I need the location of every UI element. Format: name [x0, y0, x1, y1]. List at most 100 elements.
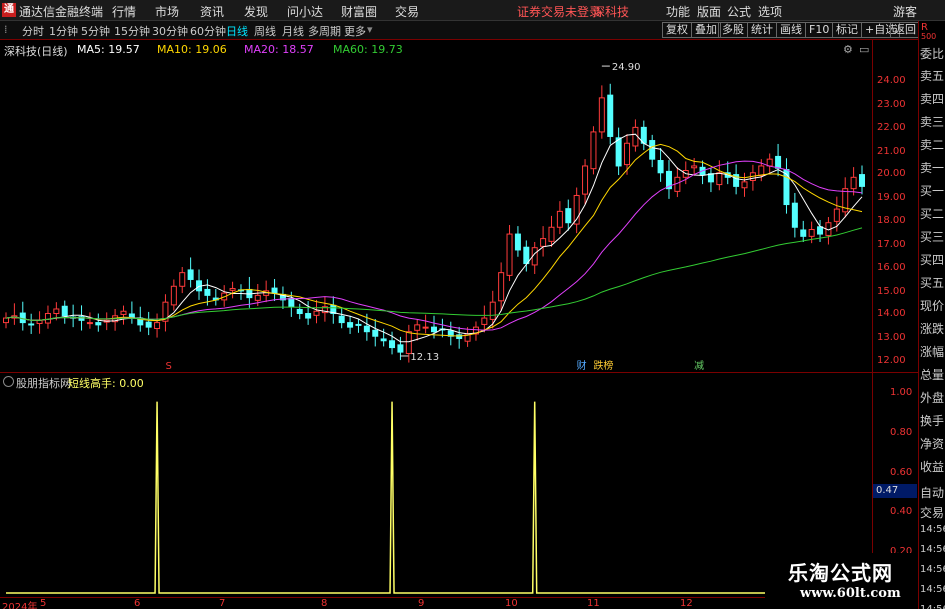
event-marker[interactable]: S: [165, 361, 171, 372]
candle-body: [657, 160, 664, 174]
sidebar-item[interactable]: 净资: [920, 435, 944, 452]
pane-divider[interactable]: [0, 372, 918, 373]
candle-body: [817, 226, 824, 235]
candle-body: [170, 285, 177, 306]
price-tick: 19.00: [877, 192, 906, 203]
price-tick: 22.00: [877, 122, 906, 133]
candle-body: [808, 229, 815, 237]
ma-line-ma60: [5, 227, 863, 321]
sidebar-item[interactable]: 现价: [920, 297, 944, 314]
sidebar-item[interactable]: 卖三: [920, 113, 944, 130]
sidebar-item[interactable]: 14:56: [920, 604, 945, 609]
price-tick: 20.00: [877, 168, 906, 179]
candle-body: [707, 173, 714, 183]
event-marker[interactable]: 财: [577, 359, 587, 372]
candle-body: [582, 165, 589, 195]
candle-body: [254, 294, 261, 301]
ma-line-ma5: [5, 133, 863, 343]
candle-body: [338, 315, 345, 324]
indicator-source[interactable]: 股朋指标网: [16, 375, 71, 391]
sidebar-item[interactable]: 买二: [920, 205, 944, 222]
sidebar-item[interactable]: 换手: [920, 412, 944, 429]
candle-body: [615, 137, 622, 167]
candle-body: [145, 321, 152, 328]
candle-body: [859, 174, 865, 187]
candle-body: [498, 272, 505, 302]
candle-body: [590, 131, 597, 170]
low-annotation: 12.13: [410, 352, 439, 363]
date-tick: 6: [134, 598, 141, 609]
sidebar-item[interactable]: 外盘: [920, 389, 944, 406]
candle-body: [791, 202, 798, 228]
candle-body: [28, 323, 35, 326]
candle-body: [3, 317, 9, 324]
candle-body: [758, 165, 765, 176]
sidebar-item[interactable]: 买四: [920, 251, 944, 268]
sidebar-item[interactable]: 14:56: [920, 564, 945, 575]
candle-body: [120, 310, 127, 315]
candle-body: [179, 272, 186, 287]
price-tick: 23.00: [877, 99, 906, 110]
candle-body: [78, 316, 85, 321]
ind-tick: 0.40: [890, 506, 913, 517]
sidebar-item[interactable]: 收益: [920, 458, 944, 475]
current-value-badge: 0.47: [873, 484, 917, 498]
watermark-title: 乐淘公式网: [788, 561, 893, 585]
candle-body: [414, 324, 421, 331]
candle-body: [422, 326, 429, 329]
sidebar-item[interactable]: 总量: [920, 366, 944, 383]
candle-body: [405, 331, 412, 354]
sidebar-item[interactable]: 买五: [920, 274, 944, 291]
candle-body: [363, 325, 370, 333]
indicator-toggle-icon[interactable]: [3, 376, 14, 387]
sidebar-item[interactable]: 自动: [920, 484, 944, 501]
candle-body: [607, 94, 614, 137]
candle-body: [355, 323, 362, 326]
candle-body: [86, 322, 93, 325]
sidebar-item[interactable]: 卖一: [920, 159, 944, 176]
date-tick: 12: [680, 598, 693, 609]
date-tick: 8: [321, 598, 328, 609]
price-tick: 13.00: [877, 332, 906, 343]
candle-body: [397, 344, 404, 353]
candle-body: [565, 208, 572, 224]
price-tick: 18.00: [877, 215, 906, 226]
price-tick: 14.00: [877, 308, 906, 319]
candle-body: [204, 288, 211, 296]
candle-body: [489, 301, 496, 320]
event-marker[interactable]: 跌榜: [593, 359, 613, 372]
indicator-line: [6, 401, 862, 594]
candle-body: [775, 155, 782, 169]
candle-body: [61, 305, 68, 317]
date-tick: 11: [587, 598, 600, 609]
candle-body: [624, 142, 631, 166]
sidebar-500-label: 500: [921, 32, 937, 41]
date-tick: 2024年: [2, 602, 38, 609]
price-tick: 17.00: [877, 239, 906, 250]
candle-body: [296, 308, 303, 315]
event-marker[interactable]: 减: [694, 360, 704, 372]
sidebar-item[interactable]: 涨幅: [920, 343, 944, 360]
sidebar-item[interactable]: 卖五: [920, 67, 944, 84]
candle-body: [556, 210, 563, 228]
ind-tick: 0.80: [890, 427, 913, 438]
sidebar-item[interactable]: 卖四: [920, 90, 944, 107]
candle-body: [850, 176, 857, 190]
sidebar-item[interactable]: 涨跌: [920, 320, 944, 337]
candle-body: [540, 238, 547, 247]
price-tick: 12.00: [877, 355, 906, 366]
sidebar-item[interactable]: 14:56: [920, 584, 945, 595]
sidebar-item[interactable]: 委比: [920, 45, 944, 62]
sidebar-item[interactable]: 交易: [920, 504, 944, 521]
kline-and-indicator-charts[interactable]: 24.90 12.13 S 财跌榜 减: [0, 0, 945, 609]
sidebar-item[interactable]: 14:56: [920, 524, 945, 535]
sidebar-item[interactable]: 14:56: [920, 544, 945, 555]
sidebar-item[interactable]: 卖二: [920, 136, 944, 153]
candle-body: [19, 312, 26, 324]
candle-body: [598, 97, 605, 133]
candle-body: [716, 172, 723, 186]
sidebar-item[interactable]: 买一: [920, 182, 944, 199]
sidebar-item[interactable]: 买三: [920, 228, 944, 245]
candle-body: [481, 317, 488, 325]
indicator-value-label: 短线高手: 0.00: [68, 377, 144, 390]
